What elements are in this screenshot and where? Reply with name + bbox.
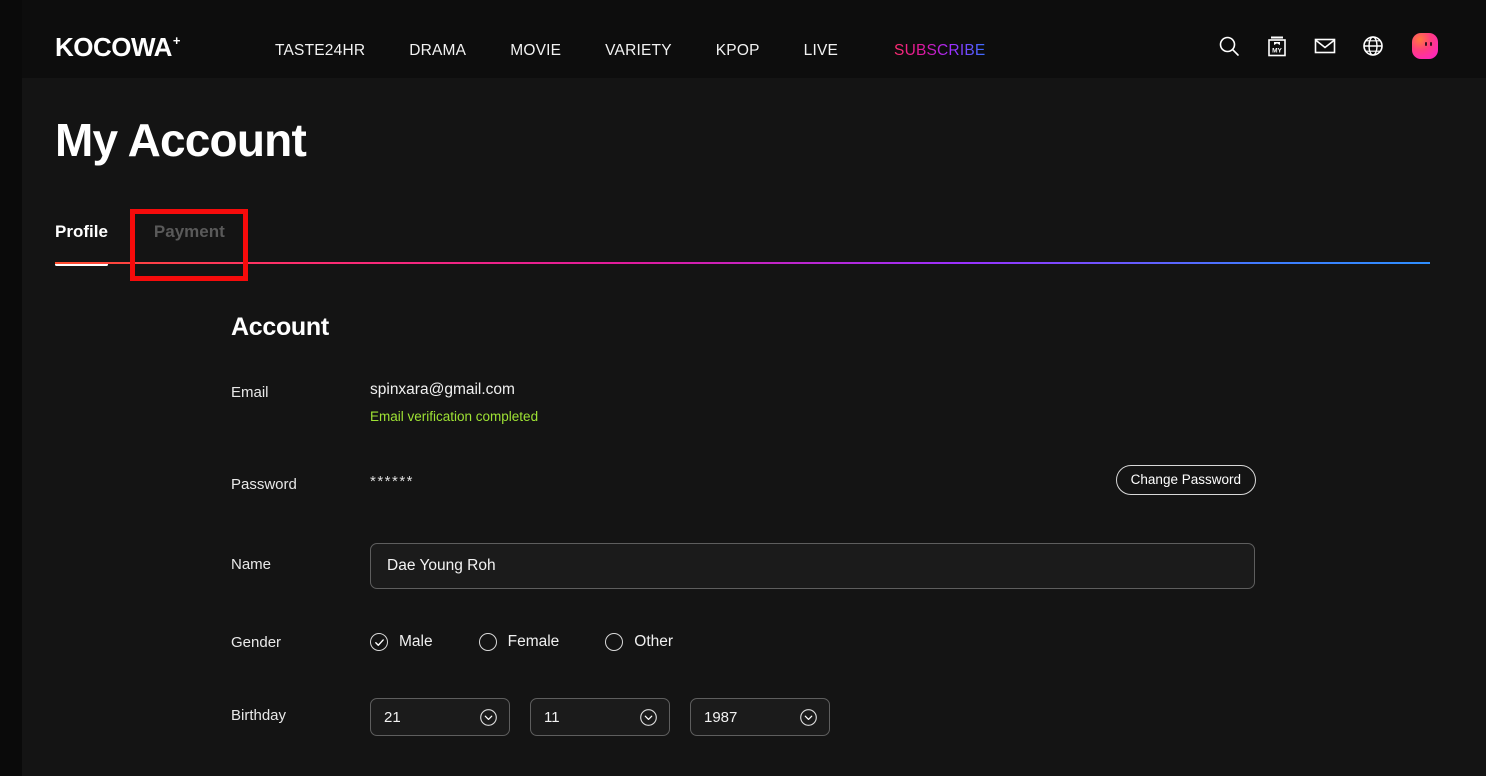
nav-item-kpop[interactable]: KPOP — [716, 42, 760, 60]
birthday-day-value: 21 — [384, 708, 401, 726]
label-name: Name — [231, 556, 272, 573]
header-icon-group: MY — [1216, 33, 1438, 59]
birthday-day-select[interactable]: 21 — [370, 698, 510, 736]
nav-item-live[interactable]: LIVE — [804, 42, 838, 60]
site-header: KOCOWA + TASTE24HR DRAMA MOVIE VARIETY KP… — [0, 0, 1486, 78]
radio-empty-icon — [605, 633, 624, 651]
logo-text: KOCOWA — [55, 32, 172, 62]
change-password-button[interactable]: Change Password — [1115, 465, 1256, 495]
logo-plus: + — [172, 33, 181, 48]
radio-selected-icon — [370, 633, 388, 651]
birthday-year-value: 1987 — [704, 708, 738, 726]
email-value: spinxara@gmail.com — [370, 381, 515, 398]
chevron-down-icon — [799, 708, 818, 727]
name-body — [370, 543, 1431, 589]
left-gutter — [0, 0, 22, 776]
label-gender: Gender — [231, 634, 282, 651]
radio-gender-male[interactable]: Male — [370, 633, 433, 651]
chevron-down-icon — [479, 708, 498, 727]
mail-icon[interactable] — [1312, 33, 1338, 59]
radio-label-female: Female — [507, 633, 560, 650]
radio-gender-other[interactable]: Other — [605, 633, 673, 651]
kocowa-logo[interactable]: KOCOWA + — [55, 34, 180, 60]
nav-item-movie[interactable]: MOVIE — [510, 42, 561, 60]
birthday-year-select[interactable]: 1987 — [690, 698, 830, 736]
tab-payment[interactable]: Payment — [154, 222, 225, 252]
tab-divider — [55, 262, 1430, 264]
tab-profile[interactable]: Profile — [55, 222, 108, 266]
section-title-account: Account — [231, 313, 329, 341]
password-masked-value: ****** — [370, 473, 415, 490]
globe-icon[interactable] — [1360, 33, 1386, 59]
avatar[interactable] — [1412, 33, 1438, 59]
chevron-down-icon — [639, 708, 658, 727]
radio-label-other: Other — [634, 633, 674, 650]
row-gender: Gender Male Female Other — [231, 633, 1431, 651]
password-body: ****** Change Password — [370, 465, 1431, 495]
svg-text:MY: MY — [1272, 47, 1282, 54]
birthday-body: 21 11 1987 — [370, 698, 1431, 736]
label-password: Password — [231, 476, 297, 493]
radio-gender-female[interactable]: Female — [478, 633, 560, 651]
my-list-icon[interactable]: MY — [1264, 33, 1290, 59]
birthday-month-value: 11 — [544, 708, 560, 726]
page-root: KOCOWA + TASTE24HR DRAMA MOVIE VARIETY KP… — [0, 0, 1486, 776]
radio-label-male: Male — [399, 633, 433, 650]
name-input[interactable] — [370, 543, 1255, 589]
subscribe-link[interactable]: SUBSCRIBE — [894, 42, 985, 60]
nav-item-drama[interactable]: DRAMA — [409, 42, 466, 60]
search-icon[interactable] — [1216, 33, 1242, 59]
row-password: Password ****** Change Password — [231, 465, 1431, 495]
birthday-month-select[interactable]: 11 — [530, 698, 670, 736]
row-email: Email spinxara@gmail.com Email verificat… — [231, 380, 1431, 425]
email-body: spinxara@gmail.com Email verification co… — [370, 380, 1431, 425]
page-title: My Account — [55, 114, 307, 166]
gender-body: Male Female Other — [370, 633, 1431, 651]
radio-empty-icon — [478, 633, 497, 651]
nav-item-taste24hr[interactable]: TASTE24HR — [275, 42, 365, 60]
label-email: Email — [231, 384, 269, 401]
gender-radio-group: Male Female Other — [370, 633, 1431, 651]
row-name: Name — [231, 543, 1431, 589]
email-verification-status: Email verification completed — [370, 409, 539, 424]
nav-item-variety[interactable]: VARIETY — [605, 42, 672, 60]
main-navigation: TASTE24HR DRAMA MOVIE VARIETY KPOP LIVE … — [275, 42, 985, 60]
account-tabs: Profile Payment — [55, 222, 225, 266]
label-birthday: Birthday — [231, 707, 287, 724]
row-birthday: Birthday 21 11 1987 — [231, 698, 1431, 736]
account-form: Email spinxara@gmail.com Email verificat… — [231, 380, 1431, 736]
birthday-select-group: 21 11 1987 — [370, 698, 1431, 736]
